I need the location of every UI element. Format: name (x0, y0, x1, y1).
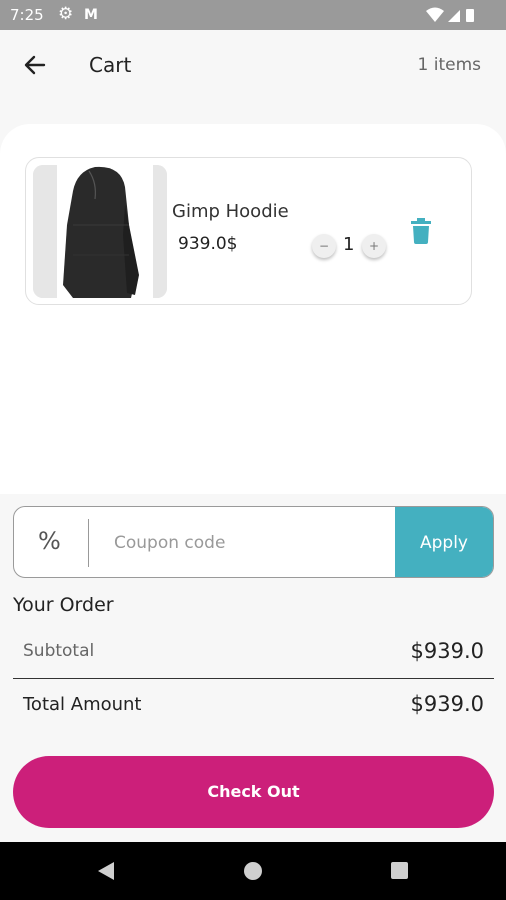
divider (13, 678, 494, 679)
increase-quantity-button[interactable]: + (362, 234, 386, 258)
decrease-quantity-button[interactable]: − (312, 234, 336, 258)
total-label: Total Amount (23, 694, 142, 715)
item-count: 1 items (417, 55, 481, 75)
trash-icon (411, 218, 431, 244)
percent-icon: % (38, 527, 61, 555)
subtotal-label: Subtotal (23, 641, 95, 661)
nav-back-icon[interactable] (97, 861, 115, 881)
nav-home-icon[interactable] (244, 862, 262, 880)
nav-recents-icon[interactable] (391, 862, 408, 879)
coupon-divider (88, 519, 89, 567)
status-bar: 7:25 ⚙ M (0, 0, 506, 30)
subtotal-value: $939.0 (410, 639, 484, 663)
back-button[interactable] (20, 50, 50, 80)
signal-icon (448, 10, 460, 22)
settings-icon: ⚙ (58, 4, 74, 24)
status-icons (426, 7, 474, 22)
quantity-value: 1 (343, 234, 355, 255)
hoodie-image (33, 165, 167, 298)
product-price: 939.0$ (178, 234, 238, 254)
navigation-bar (0, 842, 506, 900)
delete-item-button[interactable] (411, 218, 431, 244)
battery-icon (466, 9, 474, 22)
total-value: $939.0 (410, 692, 484, 716)
arrow-left-icon (24, 55, 46, 75)
wifi-icon (426, 7, 444, 22)
coupon-box: % Apply (13, 506, 494, 578)
checkout-button[interactable]: Check Out (13, 756, 494, 828)
apply-coupon-button[interactable]: Apply (395, 507, 493, 577)
coupon-input[interactable] (114, 523, 384, 563)
page-title: Cart (89, 53, 132, 77)
product-image[interactable] (33, 165, 167, 298)
gmail-icon: M (84, 7, 98, 23)
app-bar: Cart 1 items (0, 30, 506, 100)
product-name: Gimp Hoodie (172, 201, 289, 222)
cart-item: Gimp Hoodie 939.0$ − 1 + (25, 157, 472, 305)
order-title: Your Order (13, 594, 114, 616)
status-time: 7:25 (10, 6, 44, 24)
